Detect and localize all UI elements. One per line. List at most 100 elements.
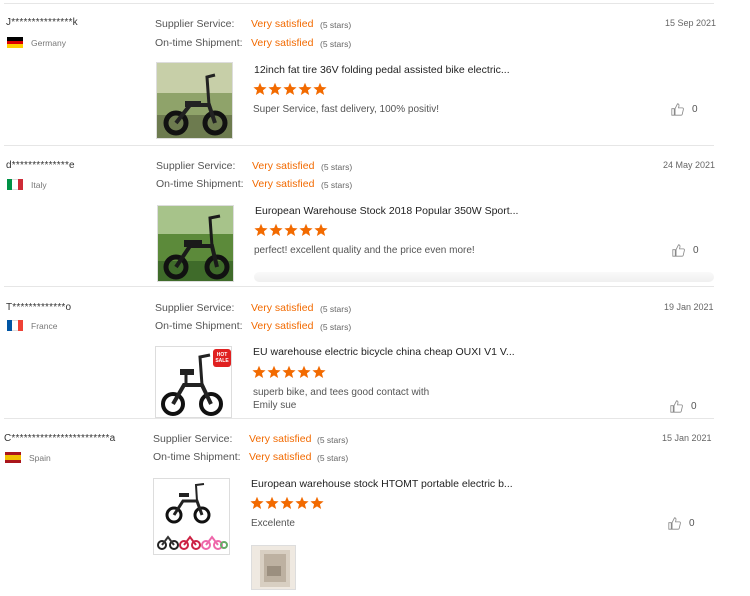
thumbs-up-icon	[672, 244, 685, 257]
thumbs-up-icon	[668, 517, 681, 530]
spain-flag-icon	[5, 452, 21, 463]
horizontal-scrollbar[interactable]	[254, 272, 714, 282]
product-thumbnail[interactable]	[157, 205, 234, 282]
star-icon	[280, 496, 294, 510]
star-icon	[254, 223, 268, 237]
supplier-service-value: Very satisfied	[251, 302, 314, 314]
buyer-country: Germany	[7, 37, 66, 48]
star-icon	[265, 496, 279, 510]
hot-sale-badge: HOT SALE	[215, 352, 229, 364]
supplier-service-value: Very satisfied	[252, 160, 315, 172]
buyer-name: C************************a	[4, 433, 116, 444]
supplier-service-stars: (5 stars)	[320, 20, 352, 30]
shipment-label: On-time Shipment:	[155, 320, 243, 332]
supplier-service-value: Very satisfied	[251, 18, 314, 30]
star-icon	[299, 223, 313, 237]
helpful-button[interactable]: 0	[670, 400, 697, 413]
review-card: d**************e Italy Supplier Service:…	[0, 145, 750, 286]
review-date: 15 Jan 2021	[662, 433, 712, 443]
buyer-name: J***************k	[6, 17, 78, 28]
buyer-country: Spain	[5, 452, 51, 463]
supplier-service-rating: Supplier Service: Very satisfied (5 star…	[155, 18, 351, 30]
star-icon	[268, 82, 282, 96]
product-title[interactable]: EU warehouse electric bicycle china chea…	[253, 346, 515, 358]
review-card: T*************o France Supplier Service:…	[0, 286, 750, 418]
product-title[interactable]: 12inch fat tire 36V folding pedal assist…	[254, 64, 510, 76]
star-icon	[283, 82, 297, 96]
germany-flag-icon	[7, 37, 23, 48]
comment-line: Emily sue	[253, 400, 297, 411]
supplier-service-rating: Supplier Service: Very satisfied (5 star…	[155, 302, 351, 314]
star-icon	[312, 365, 326, 379]
france-flag-icon	[7, 320, 23, 331]
supplier-service-label: Supplier Service:	[155, 18, 235, 30]
product-title[interactable]: European Warehouse Stock 2018 Popular 35…	[255, 205, 518, 217]
shipment-rating: On-time Shipment: Very satisfied (5 star…	[155, 320, 351, 332]
supplier-service-stars: (5 stars)	[317, 435, 349, 445]
helpful-count: 0	[689, 518, 695, 529]
bike-photo-icon	[157, 63, 232, 138]
helpful-count: 0	[691, 401, 697, 412]
country-label: France	[31, 320, 58, 331]
bike-photo-icon	[158, 206, 233, 281]
supplier-service-label: Supplier Service:	[153, 433, 233, 445]
shipment-stars: (5 stars)	[320, 39, 352, 49]
shipment-value: Very satisfied	[251, 320, 314, 332]
shipment-rating: On-time Shipment: Very satisfied (5 star…	[153, 451, 348, 463]
helpful-button[interactable]: 0	[672, 244, 699, 257]
country-label: Italy	[31, 179, 47, 190]
italy-flag-icon	[7, 179, 23, 190]
product-rating-stars	[254, 223, 328, 237]
helpful-count: 0	[692, 104, 698, 115]
supplier-service-stars: (5 stars)	[321, 162, 353, 172]
product-rating-stars	[253, 82, 327, 96]
buyer-country: Italy	[7, 179, 47, 190]
review-photo-attachment[interactable]	[251, 545, 296, 590]
shipment-value: Very satisfied	[251, 37, 314, 49]
star-icon	[297, 365, 311, 379]
supplier-service-stars: (5 stars)	[320, 304, 352, 314]
country-label: Germany	[31, 37, 66, 48]
helpful-button[interactable]: 0	[671, 103, 698, 116]
bike-photo-icon	[154, 479, 229, 554]
buyer-name: d**************e	[6, 160, 75, 171]
review-photo-icon	[252, 546, 295, 589]
country-label: Spain	[29, 452, 51, 463]
review-comment: Excelente	[251, 518, 295, 529]
review-date: 19 Jan 2021	[664, 302, 714, 312]
shipment-label: On-time Shipment:	[153, 451, 241, 463]
product-title[interactable]: European warehouse stock HTOMT portable …	[251, 478, 513, 490]
helpful-count: 0	[693, 245, 699, 256]
helpful-button[interactable]: 0	[668, 517, 695, 530]
product-thumbnail[interactable]	[153, 478, 230, 555]
product-thumbnail[interactable]	[156, 62, 233, 139]
supplier-service-value: Very satisfied	[249, 433, 312, 445]
star-icon	[267, 365, 281, 379]
buyer-name: T*************o	[6, 302, 72, 313]
star-icon	[252, 365, 266, 379]
comment-line: superb bike, and tees good contact with	[253, 387, 430, 398]
star-icon	[269, 223, 283, 237]
shipment-value: Very satisfied	[249, 451, 312, 463]
shipment-stars: (5 stars)	[317, 453, 349, 463]
thumbs-up-icon	[671, 103, 684, 116]
star-icon	[284, 223, 298, 237]
star-icon	[295, 496, 309, 510]
shipment-label: On-time Shipment:	[155, 37, 243, 49]
supplier-service-label: Supplier Service:	[155, 302, 235, 314]
shipment-rating: On-time Shipment: Very satisfied (5 star…	[155, 37, 351, 49]
review-date: 24 May 2021	[663, 160, 716, 170]
review-card: C************************a Spain Supplie…	[0, 418, 750, 596]
shipment-stars: (5 stars)	[321, 180, 353, 190]
product-rating-stars	[252, 365, 326, 379]
review-comment: perfect! excellent quality and the price…	[254, 245, 475, 256]
product-thumbnail[interactable]: HOT SALE	[155, 346, 232, 418]
product-rating-stars	[250, 496, 324, 510]
shipment-value: Very satisfied	[252, 178, 315, 190]
shipment-rating: On-time Shipment: Very satisfied (5 star…	[156, 178, 352, 190]
review-card: J***************k Germany Supplier Servi…	[0, 0, 750, 145]
star-icon	[253, 82, 267, 96]
supplier-service-label: Supplier Service:	[156, 160, 236, 172]
supplier-service-rating: Supplier Service: Very satisfied (5 star…	[156, 160, 352, 172]
star-icon	[298, 82, 312, 96]
